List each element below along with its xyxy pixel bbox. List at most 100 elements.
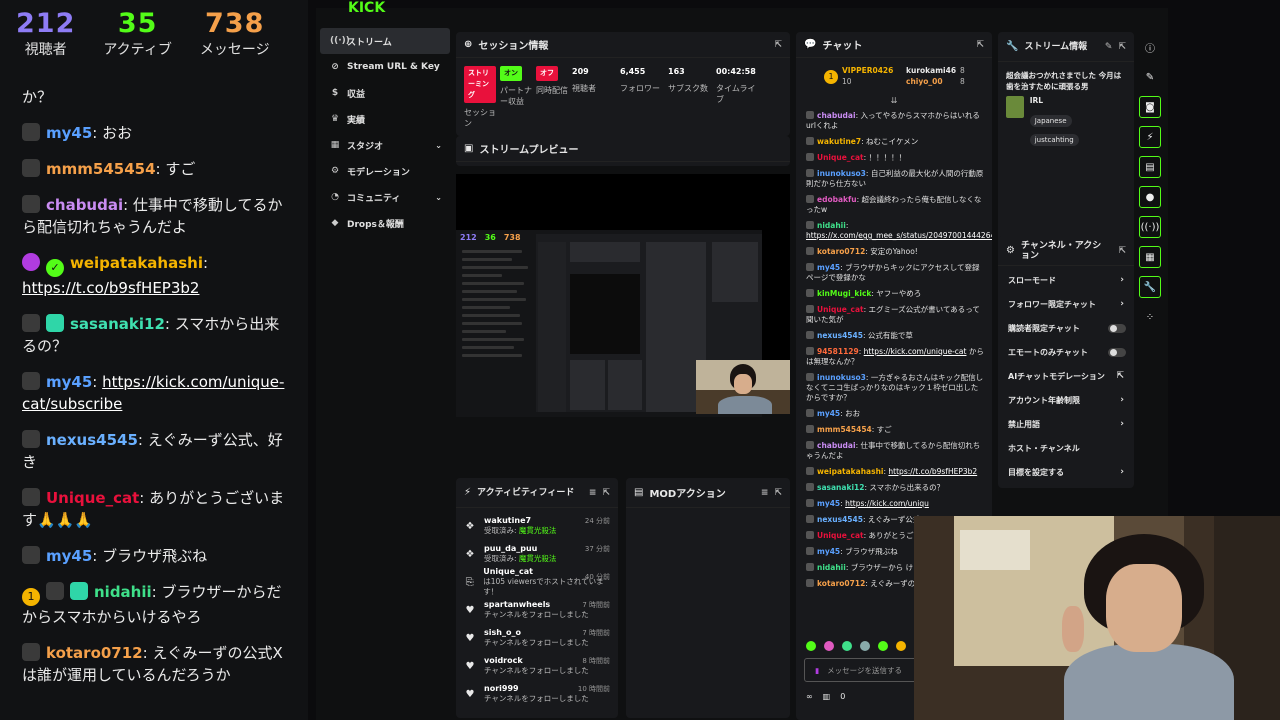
- popout-icon[interactable]: ⇱: [602, 488, 610, 498]
- channel-action-row[interactable]: スローモード ›: [998, 268, 1134, 292]
- channel-action-row[interactable]: 購読者限定チャット: [998, 316, 1134, 340]
- popout-icon[interactable]: ⇱: [1118, 246, 1126, 256]
- activity-user[interactable]: wakutine7: [484, 516, 556, 526]
- sidebar-item[interactable]: ⚙ モデレーション: [320, 158, 450, 184]
- chat-username[interactable]: kinMugi_kick: [817, 289, 871, 298]
- chat-username[interactable]: nexus4545: [817, 331, 863, 340]
- pin-toggle-icon[interactable]: ⇊: [796, 96, 992, 108]
- toggle-switch[interactable]: [1108, 323, 1126, 333]
- chat-username[interactable]: edobakfu: [817, 195, 857, 204]
- chat-username[interactable]: nidahii: [817, 221, 846, 230]
- sidebar-item[interactable]: ♛ 実績: [320, 106, 450, 132]
- chevron-down-icon[interactable]: ⌄: [435, 141, 442, 150]
- chevron-right-icon[interactable]: ›: [1120, 275, 1124, 285]
- filter-icon[interactable]: ≡: [761, 488, 769, 498]
- top-chatter-3[interactable]: chiyo_00: [906, 77, 943, 86]
- external-link-icon[interactable]: ⇱: [1116, 371, 1124, 381]
- sidebar-item[interactable]: ⊘ Stream URL & Key: [320, 54, 450, 80]
- chat-username[interactable]: mmm545454: [817, 425, 872, 434]
- username[interactable]: chabudai: [46, 196, 123, 214]
- camera-icon[interactable]: ◙: [1139, 96, 1161, 118]
- chat-username[interactable]: inunokuso3: [817, 169, 866, 178]
- username[interactable]: nexus4545: [46, 431, 138, 449]
- community-icon[interactable]: ⁘: [1139, 306, 1161, 328]
- chat-username[interactable]: weipatakahashi: [817, 467, 884, 476]
- chat-username[interactable]: Unique_cat: [817, 531, 864, 540]
- chevron-right-icon[interactable]: ›: [1120, 299, 1124, 309]
- chat-link[interactable]: https://kick.com/uniqu: [845, 499, 929, 508]
- username[interactable]: kotaro0712: [46, 644, 143, 662]
- chat-bubble-icon[interactable]: ●: [1139, 186, 1161, 208]
- mic-icon[interactable]: ▮: [815, 666, 819, 675]
- channel-action-row[interactable]: ホスト・チャンネル: [998, 436, 1134, 460]
- chat-username[interactable]: Unique_cat: [817, 153, 864, 162]
- sidebar-item[interactable]: $ 収益: [320, 80, 450, 106]
- channel-action-row[interactable]: エモートのみチャット: [998, 340, 1134, 364]
- document-icon[interactable]: ▤: [1139, 156, 1161, 178]
- chat-username[interactable]: my45: [817, 547, 840, 556]
- chevron-right-icon[interactable]: ›: [1120, 467, 1124, 477]
- activity-user[interactable]: puu_da_puu: [484, 544, 556, 554]
- top-chatter-1[interactable]: VIPPER0426: [842, 66, 893, 75]
- username[interactable]: nidahii: [94, 583, 152, 601]
- chat-username[interactable]: Unique_cat: [817, 305, 864, 314]
- channel-action-row[interactable]: 目標を設定する ›: [998, 460, 1134, 484]
- chat-username[interactable]: chabudai: [817, 441, 856, 450]
- activity-user[interactable]: voidrock: [484, 656, 589, 666]
- chevron-right-icon[interactable]: ›: [1120, 395, 1124, 405]
- gift-icon[interactable]: ▥: [823, 692, 831, 701]
- infinity-icon[interactable]: ∞: [806, 692, 813, 701]
- chat-username[interactable]: my45: [817, 499, 840, 508]
- popout-icon[interactable]: ⇱: [1118, 42, 1126, 52]
- chat-username[interactable]: nidahii: [817, 563, 846, 572]
- chevron-right-icon[interactable]: ›: [1120, 419, 1124, 429]
- username[interactable]: Unique_cat: [46, 489, 139, 507]
- sidebar-item[interactable]: ◆ Drops＆報酬: [320, 210, 450, 236]
- chat-link[interactable]: https://t.co/b9sfHEP3b2: [888, 467, 977, 476]
- lightning-icon[interactable]: ⚡: [1139, 126, 1161, 148]
- chat-username[interactable]: inunokuso3: [817, 373, 866, 382]
- edit-icon[interactable]: ✎: [1105, 42, 1113, 52]
- tag-language[interactable]: Japanese: [1029, 115, 1072, 127]
- channel-action-row[interactable]: フォロワー限定チャット ›: [998, 292, 1134, 316]
- edit-icon[interactable]: ✎: [1139, 66, 1161, 88]
- sidebar-item[interactable]: ▦ スタジオ ⌄: [320, 132, 450, 158]
- username[interactable]: mmm545454: [46, 160, 156, 178]
- popout-icon[interactable]: ⇱: [976, 40, 984, 50]
- activity-user[interactable]: spartanwheels: [484, 600, 589, 610]
- username[interactable]: my45: [46, 547, 92, 565]
- activity-user[interactable]: sish_o_o: [484, 628, 589, 638]
- username[interactable]: my45: [46, 124, 92, 142]
- chat-username[interactable]: my45: [817, 263, 840, 272]
- wrench-icon[interactable]: 🔧: [1139, 276, 1161, 298]
- layout-icon[interactable]: ▦: [1139, 246, 1161, 268]
- chat-username[interactable]: my45: [817, 409, 840, 418]
- toggle-switch[interactable]: [1108, 347, 1126, 357]
- message-link[interactable]: https://t.co/b9sfHEP3b2: [22, 279, 199, 297]
- filter-icon[interactable]: ≡: [589, 488, 597, 498]
- info-icon[interactable]: ⓘ: [1139, 36, 1161, 58]
- chat-link[interactable]: https://kick.com/unique-cat: [864, 347, 967, 356]
- popout-icon[interactable]: ⇱: [774, 488, 782, 498]
- chat-username[interactable]: sasanaki12: [817, 483, 864, 492]
- chat-username[interactable]: kotaro0712: [817, 579, 865, 588]
- chat-username[interactable]: 94581129: [817, 347, 859, 356]
- chat-username[interactable]: wakutine7: [817, 137, 861, 146]
- channel-action-row[interactable]: AIチャットモデレーション ⇱: [998, 364, 1134, 388]
- tag-topic[interactable]: justcahting: [1029, 134, 1079, 146]
- chat-username[interactable]: chabudai: [817, 111, 856, 120]
- broadcast-icon[interactable]: ((·)): [1139, 216, 1161, 238]
- channel-action-row[interactable]: 禁止用語 ›: [998, 412, 1134, 436]
- sidebar-item[interactable]: ◔ コミュニティ ⌄: [320, 184, 450, 210]
- chat-username[interactable]: kotaro0712: [817, 247, 865, 256]
- chat-link[interactable]: https://x.com/egg_mee_s/status/204970014…: [806, 231, 992, 240]
- username[interactable]: weipatakahashi: [70, 254, 203, 272]
- username[interactable]: my45: [46, 373, 92, 391]
- channel-action-row[interactable]: アカウント年齢制限 ›: [998, 388, 1134, 412]
- popout-icon[interactable]: ⇱: [774, 40, 782, 50]
- chat-username[interactable]: nexus4545: [817, 515, 863, 524]
- sidebar-item[interactable]: ((·)) ストリーム: [320, 28, 450, 54]
- activity-user[interactable]: nori999: [484, 684, 589, 694]
- chevron-down-icon[interactable]: ⌄: [435, 193, 442, 202]
- category-name[interactable]: IRL: [1030, 96, 1126, 105]
